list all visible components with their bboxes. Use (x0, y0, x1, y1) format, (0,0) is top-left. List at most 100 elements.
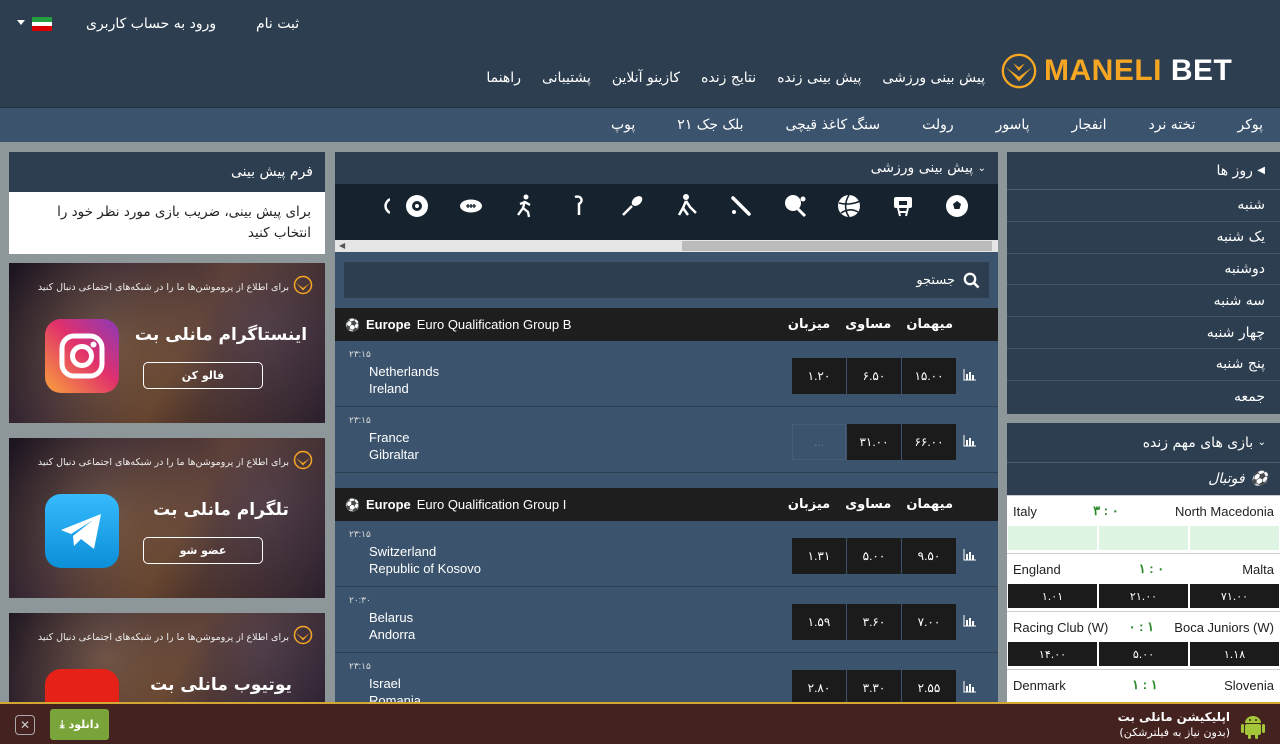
odd-button[interactable]: ۳.۳۰ (847, 670, 901, 703)
app-title: اپلیکیشن مانلی بت (1117, 710, 1230, 724)
sport-tab-soccer[interactable] (930, 184, 984, 240)
subnav-poker[interactable]: پوکر (1237, 117, 1263, 133)
odd-button[interactable]: ۳.۶۰ (847, 604, 901, 640)
youtube-banner[interactable]: برای اطلاع از پروموشن‌ها ما را در شبکه‌ه… (9, 613, 325, 702)
sport-tab-volleyball[interactable] (822, 184, 876, 240)
nav-help[interactable]: راهنما (486, 70, 521, 86)
brand-logo[interactable]: MANELI BET (1000, 50, 1262, 92)
day-item-sunday[interactable]: یک شنبه (1007, 222, 1280, 254)
stats-chart-icon[interactable] (963, 615, 977, 627)
live-header[interactable]: بازی های مهم زنده ⌄ (1007, 423, 1280, 463)
match-row: ۲۳:۱۵ Israel Romania ۲.۸۰ ۳.۳۰ ۲.۵۵ (335, 653, 998, 703)
odd-button[interactable]: ۳۱.۰۰ (847, 424, 901, 460)
odd-button[interactable]: ۲.۸۰ (792, 670, 846, 703)
day-item-saturday[interactable]: شنبه (1007, 190, 1280, 222)
sport-tab-baseball[interactable] (714, 184, 768, 240)
sport-tab-table-tennis[interactable] (768, 184, 822, 240)
sports-strip-scrollbar[interactable]: ◀ (335, 240, 998, 252)
subnav-crash[interactable]: انفجار (1072, 117, 1107, 133)
odd-button[interactable]: ۶۶.۰۰ (902, 424, 956, 460)
sport-tab-american-football[interactable] (444, 184, 498, 240)
days-header[interactable]: روز ها ◀ (1007, 152, 1280, 190)
stats-chart-icon[interactable] (963, 369, 977, 381)
live-match[interactable]: Italy ۳ : ۰ North Macedonia (1007, 495, 1280, 553)
soccer-ball-icon: ⚽ (345, 497, 360, 512)
team-1: Netherlands (369, 364, 440, 379)
odd-button[interactable]: ۵.۰۰ (847, 538, 901, 574)
odd-button[interactable]: ۱.۲۰ (792, 358, 846, 394)
nav-online-casino[interactable]: کازینو آنلاین (612, 70, 680, 86)
language-caret-icon[interactable] (17, 20, 25, 25)
day-item-thursday[interactable]: پنج شنبه (1007, 349, 1280, 381)
search-input[interactable]: جستجو (916, 273, 955, 288)
sport-tab-basketball[interactable] (876, 184, 930, 240)
download-button[interactable]: ⤓ دانلود (50, 709, 109, 740)
subnav-backgammon[interactable]: تخته نرد (1148, 117, 1195, 133)
hockey-player-icon (677, 194, 697, 216)
banner-note: برای اطلاع از پروموشن‌ها ما را در شبکه‌ه… (37, 282, 289, 293)
stats-chart-icon[interactable] (963, 681, 977, 693)
odd-cell[interactable] (1008, 526, 1097, 550)
odd-cell[interactable]: ۷۱.۰۰ (1190, 584, 1279, 608)
day-item-wednesday[interactable]: چهار شنبه (1007, 317, 1280, 349)
subnav-pop[interactable]: پوپ (611, 117, 635, 133)
odd-cell[interactable]: ۱۴.۰۰ (1008, 642, 1097, 666)
scroll-left-arrow-icon[interactable]: ◀ (339, 241, 345, 250)
telegram-banner[interactable]: برای اطلاع از پروموشن‌ها ما را در شبکه‌ه… (9, 438, 325, 598)
follow-button[interactable]: فالو کن (143, 362, 263, 389)
odd-cell[interactable]: ۱.۰۱ (1008, 584, 1097, 608)
stats-chart-icon[interactable] (963, 549, 977, 561)
close-icon[interactable]: ✕ (15, 715, 35, 735)
live-title: بازی های مهم زنده (1142, 434, 1254, 451)
odd-cell[interactable] (1190, 526, 1279, 550)
day-item-friday[interactable]: جمعه (1007, 381, 1280, 413)
live-match[interactable]: England ۱ : ۰ Malta ۱.۰۱ ۲۱.۰۰ ۷۱.۰۰ (1007, 553, 1280, 611)
day-item-tuesday[interactable]: سه شنبه (1007, 285, 1280, 318)
sports-betting-title: پیش بینی ورزشی (870, 160, 974, 176)
odd-button[interactable]: ۲.۵۵ (902, 670, 956, 703)
sport-tab-badminton[interactable] (606, 184, 660, 240)
nav-support[interactable]: پشتیبانی (542, 70, 591, 86)
nav-live-betting[interactable]: پیش بینی زنده (777, 70, 861, 86)
subnav-rock-paper-scissors[interactable]: سنگ کاغذ قیچی (786, 117, 881, 133)
live-match[interactable]: Denmark ۱ : ۱ Slovenia (1007, 669, 1280, 703)
day-item-monday[interactable]: دوشنبه (1007, 254, 1280, 286)
odd-cell[interactable]: ۲۱.۰۰ (1099, 584, 1188, 608)
stats-chart-icon[interactable] (963, 435, 977, 447)
subnav-blackjack[interactable]: بلک جک ۲۱ (677, 117, 743, 133)
youtube-icon (45, 669, 119, 702)
odd-button[interactable]: ۱۵.۰۰ (902, 358, 956, 394)
odd-button[interactable]: ۱.۵۹ (792, 604, 846, 640)
live-score: ۱ : ۰ (1138, 561, 1165, 576)
instagram-banner[interactable]: برای اطلاع از پروموشن‌ها ما را در شبکه‌ه… (9, 263, 325, 423)
signup-link[interactable]: ثبت نام (256, 16, 299, 32)
odd-cell[interactable]: ۵.۰۰ (1099, 642, 1188, 666)
brand-emblem-icon (293, 450, 313, 470)
subnav-roulette[interactable]: رولت (922, 117, 954, 133)
nav-sports-betting[interactable]: پیش بینی ورزشی (882, 70, 985, 86)
sport-label: فوتبال (1208, 471, 1245, 487)
odd-button[interactable]: ۹.۵۰ (902, 538, 956, 574)
odd-button[interactable]: ۱.۳۱ (792, 538, 846, 574)
iran-flag-icon[interactable] (32, 17, 52, 31)
odd-button[interactable]: ۷.۰۰ (902, 604, 956, 640)
odd-cell[interactable] (1099, 526, 1188, 550)
sport-tab-more[interactable] (376, 184, 390, 240)
search-bar[interactable]: جستجو (344, 262, 989, 298)
sport-tab-athletics[interactable] (498, 184, 552, 240)
sport-tab-hockey[interactable] (660, 184, 714, 240)
nav-live-results[interactable]: نتایج زنده (701, 70, 756, 86)
match-time: ۲۳:۱۵ (349, 349, 371, 359)
sport-tab-golf[interactable] (552, 184, 606, 240)
login-link[interactable]: ورود به حساب کاربری (86, 16, 216, 32)
scrollbar-thumb[interactable] (682, 241, 992, 251)
join-button[interactable]: عضو شو (143, 537, 263, 564)
brand-name-part2: BET (1170, 54, 1233, 87)
bet-slip-panel: فرم پیش بینی برای پیش بینی، ضریب بازی مو… (9, 152, 325, 254)
sports-betting-header[interactable]: پیش بینی ورزشی ⌄ (335, 152, 998, 184)
odd-button[interactable]: ۶.۵۰ (847, 358, 901, 394)
odd-cell[interactable]: ۱.۱۸ (1190, 642, 1279, 666)
sport-tab-esports[interactable] (390, 184, 444, 240)
live-match[interactable]: Racing Club (W) ۰ : ۱ Boca Juniors (W) ۱۴.… (1007, 611, 1280, 669)
subnav-pasur[interactable]: پاسور (996, 117, 1030, 133)
